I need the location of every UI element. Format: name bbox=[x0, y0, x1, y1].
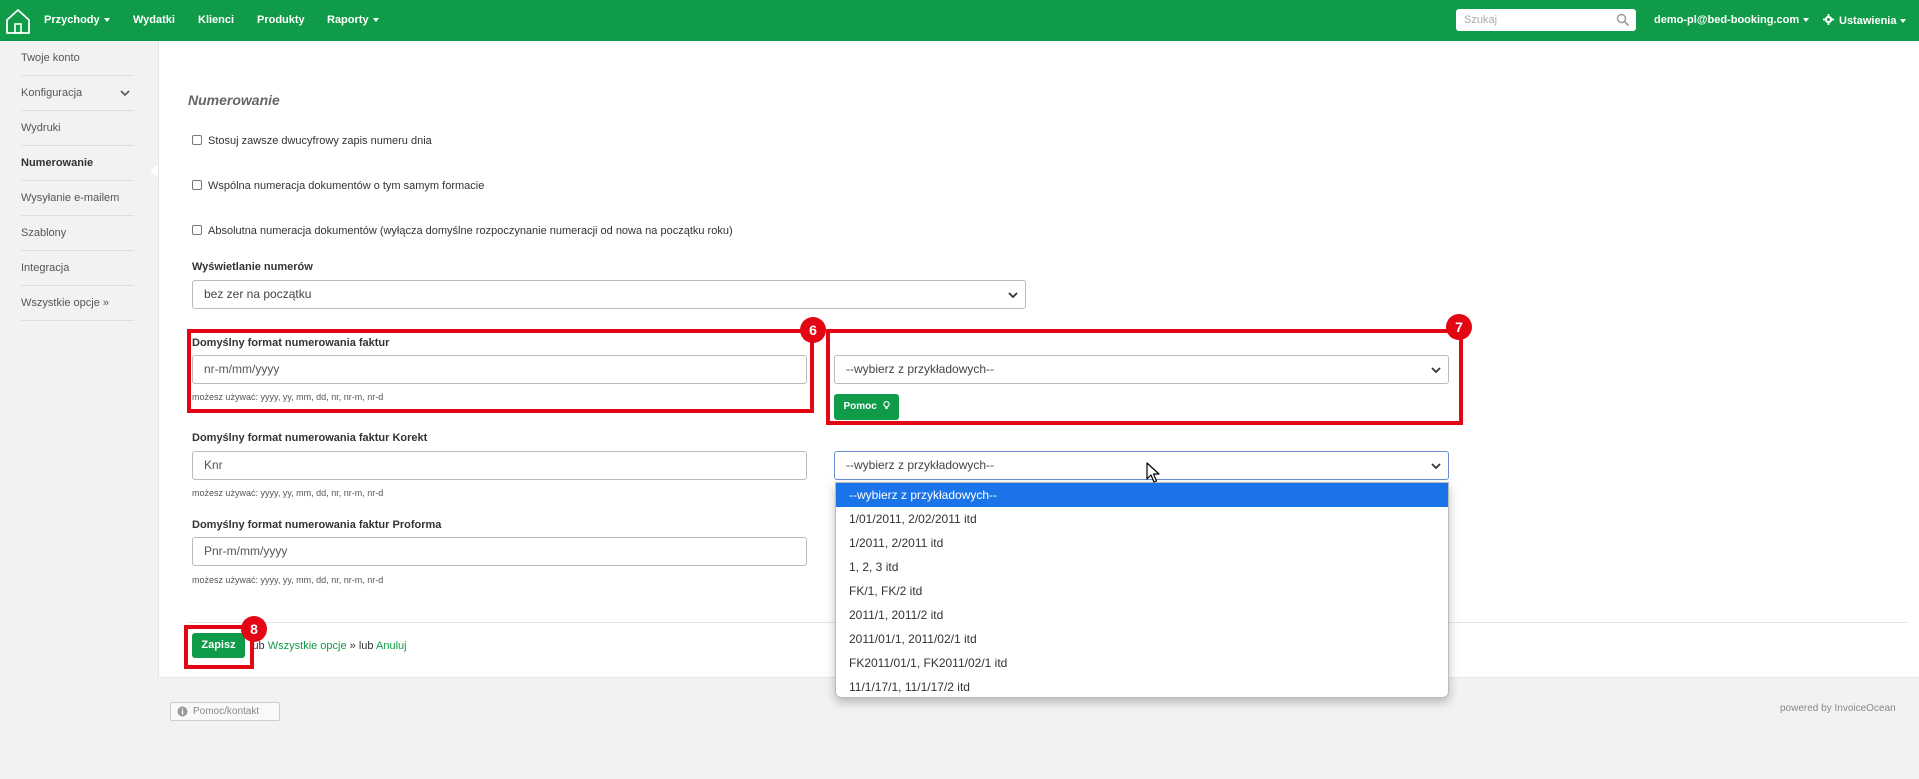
powered-by: powered by InvoiceOcean bbox=[1780, 703, 1896, 714]
sidebar-item-wysylanie[interactable]: Wysyłanie e-mailem bbox=[21, 181, 134, 216]
proforma-format-hint: możesz używać: yyyy, yy, mm, dd, nr, nr-… bbox=[192, 575, 384, 585]
correction-format-hint: możesz używać: yyyy, yy, mm, dd, nr, nr-… bbox=[192, 488, 384, 498]
checkbox[interactable] bbox=[192, 180, 202, 190]
checkbox[interactable] bbox=[192, 135, 202, 145]
input-value: Pnr-m/mm/yyyy bbox=[204, 544, 288, 558]
chevron-down-icon bbox=[103, 18, 110, 23]
select-value: bez zer na początku bbox=[204, 287, 312, 301]
dropdown-option[interactable]: --wybierz z przykładowych-- bbox=[836, 483, 1448, 507]
nav-klienci[interactable]: Klienci bbox=[198, 14, 234, 26]
chevron-down-icon bbox=[1900, 19, 1907, 24]
display-numbers-label: Wyświetlanie numerów bbox=[192, 261, 313, 273]
user-menu[interactable]: demo-pl@bed-booking.com bbox=[1654, 14, 1810, 26]
correction-example-select[interactable]: --wybierz z przykładowych-- bbox=[834, 451, 1449, 480]
all-options-link[interactable]: Wszystkie opcje bbox=[268, 640, 347, 652]
search-box bbox=[1456, 9, 1636, 31]
mouse-cursor-icon bbox=[1146, 462, 1160, 483]
help-contact-label: Pomoc/kontakt bbox=[193, 706, 260, 717]
nav-produkty[interactable]: Produkty bbox=[257, 14, 305, 26]
nav-label: Wydatki bbox=[133, 14, 175, 26]
search-icon[interactable] bbox=[1616, 13, 1630, 27]
proforma-format-input[interactable]: Pnr-m/mm/yyyy bbox=[192, 537, 807, 566]
settings-menu[interactable]: Ustawienia bbox=[1823, 14, 1907, 27]
user-email: demo-pl@bed-booking.com bbox=[1654, 14, 1800, 26]
proforma-format-label: Domyślny format numerowania faktur Profo… bbox=[192, 519, 442, 531]
dropdown-option[interactable]: 11/1/17/1, 11/1/17/2 itd bbox=[836, 675, 1448, 697]
help-contact-button[interactable]: Pomoc/kontakt bbox=[170, 702, 280, 721]
checkbox-label: Wspólna numeracja dokumentów o tym samym… bbox=[208, 180, 485, 192]
info-icon bbox=[177, 706, 188, 717]
annotation-badge-7: 7 bbox=[1446, 314, 1472, 340]
checkbox-common-numbering[interactable]: Wspólna numeracja dokumentów o tym samym… bbox=[192, 180, 484, 192]
footer-or: lub bbox=[358, 640, 374, 652]
gear-icon bbox=[1823, 14, 1834, 25]
dropdown-option[interactable]: FK2011/01/1, FK2011/02/1 itd bbox=[836, 651, 1448, 675]
nav-wydatki[interactable]: Wydatki bbox=[133, 14, 175, 26]
sidebar-item-wydruki[interactable]: Wydruki bbox=[21, 111, 134, 146]
sidebar-item-wszystkie-opcje[interactable]: Wszystkie opcje » bbox=[21, 286, 134, 321]
sidebar-item-numerowanie[interactable]: Numerowanie bbox=[21, 146, 134, 181]
select-value: --wybierz z przykładowych-- bbox=[846, 458, 995, 472]
chevron-down-icon bbox=[1008, 292, 1018, 299]
nav-label: Przychody bbox=[44, 14, 100, 26]
dropdown-option[interactable]: 1, 2, 3 itd bbox=[836, 555, 1448, 579]
dropdown-option[interactable]: 1/2011, 2/2011 itd bbox=[836, 531, 1448, 555]
dropdown-option[interactable]: 2011/1, 2011/2 itd bbox=[836, 603, 1448, 627]
sidebar-item-integracja[interactable]: Integracja bbox=[21, 251, 134, 286]
annotation-badge-6: 6 bbox=[800, 317, 826, 343]
active-item-marker bbox=[150, 164, 158, 178]
nav-raporty[interactable]: Raporty bbox=[327, 14, 379, 26]
nav-label: Klienci bbox=[198, 14, 235, 26]
checkbox[interactable] bbox=[192, 225, 202, 235]
chevron-down-icon bbox=[120, 90, 130, 97]
sidebar-item-szablony[interactable]: Szablony bbox=[21, 216, 134, 251]
sidebar-item-label: Twoje konto bbox=[21, 52, 80, 64]
dropdown-option[interactable]: 1/01/2011, 2/02/2011 itd bbox=[836, 507, 1448, 531]
chevron-down-icon bbox=[1431, 463, 1441, 470]
nav-label: Raporty bbox=[327, 14, 369, 26]
display-numbers-select[interactable]: bez zer na początku bbox=[192, 280, 1026, 309]
page-title: Numerowanie bbox=[188, 92, 280, 108]
sidebar: Twoje konto Konfiguracja Wydruki Numerow… bbox=[0, 41, 158, 779]
settings-label: Ustawienia bbox=[1839, 15, 1897, 27]
sidebar-item-label: Wysyłanie e-mailem bbox=[21, 192, 120, 204]
sidebar-item-label: Wszystkie opcje » bbox=[21, 297, 110, 309]
dropdown-option[interactable]: 2011/01/1, 2011/02/1 itd bbox=[836, 627, 1448, 651]
annotation-box-7 bbox=[826, 329, 1463, 425]
top-navbar: Przychody Wydatki Klienci Produkty Rapor… bbox=[0, 0, 1919, 41]
sidebar-item-label: Wydruki bbox=[21, 122, 61, 134]
checkbox-two-digit-day[interactable]: Stosuj zawsze dwucyfrowy zapis numeru dn… bbox=[192, 135, 432, 147]
nav-przychody[interactable]: Przychody bbox=[44, 14, 110, 26]
cancel-link[interactable]: Anuluj bbox=[376, 640, 407, 652]
example-format-dropdown: --wybierz z przykładowych-- 1/01/2011, 2… bbox=[835, 482, 1449, 698]
chevron-down-icon bbox=[1803, 18, 1810, 23]
correction-format-input[interactable]: Knr bbox=[192, 451, 807, 480]
checkbox-absolute-numbering[interactable]: Absolutna numeracja dokumentów (wyłącza … bbox=[192, 225, 733, 237]
sidebar-item-label: Szablony bbox=[21, 227, 67, 239]
sidebar-item-label: Integracja bbox=[21, 262, 70, 274]
correction-format-label: Domyślny format numerowania faktur Korek… bbox=[192, 432, 428, 444]
form-footer-links: lub Wszystkie opcje » lub Anuluj bbox=[250, 640, 407, 652]
home-icon[interactable] bbox=[4, 7, 32, 35]
sidebar-item-label: Numerowanie bbox=[21, 157, 94, 169]
search-input[interactable] bbox=[1456, 9, 1606, 31]
sidebar-item-label: Konfiguracja bbox=[21, 87, 83, 99]
checkbox-label: Stosuj zawsze dwucyfrowy zapis numeru dn… bbox=[208, 135, 432, 147]
chevron-down-icon bbox=[372, 18, 379, 23]
dropdown-option[interactable]: FK/1, FK/2 itd bbox=[836, 579, 1448, 603]
sidebar-item-twoje-konto[interactable]: Twoje konto bbox=[21, 41, 134, 76]
footer-separator: » bbox=[349, 640, 356, 652]
input-value: Knr bbox=[204, 458, 223, 472]
annotation-box-6 bbox=[187, 329, 814, 413]
nav-label: Produkty bbox=[257, 14, 305, 26]
sidebar-item-konfiguracja[interactable]: Konfiguracja bbox=[21, 76, 134, 111]
checkbox-label: Absolutna numeracja dokumentów (wyłącza … bbox=[208, 225, 733, 237]
annotation-badge-8: 8 bbox=[241, 616, 267, 642]
